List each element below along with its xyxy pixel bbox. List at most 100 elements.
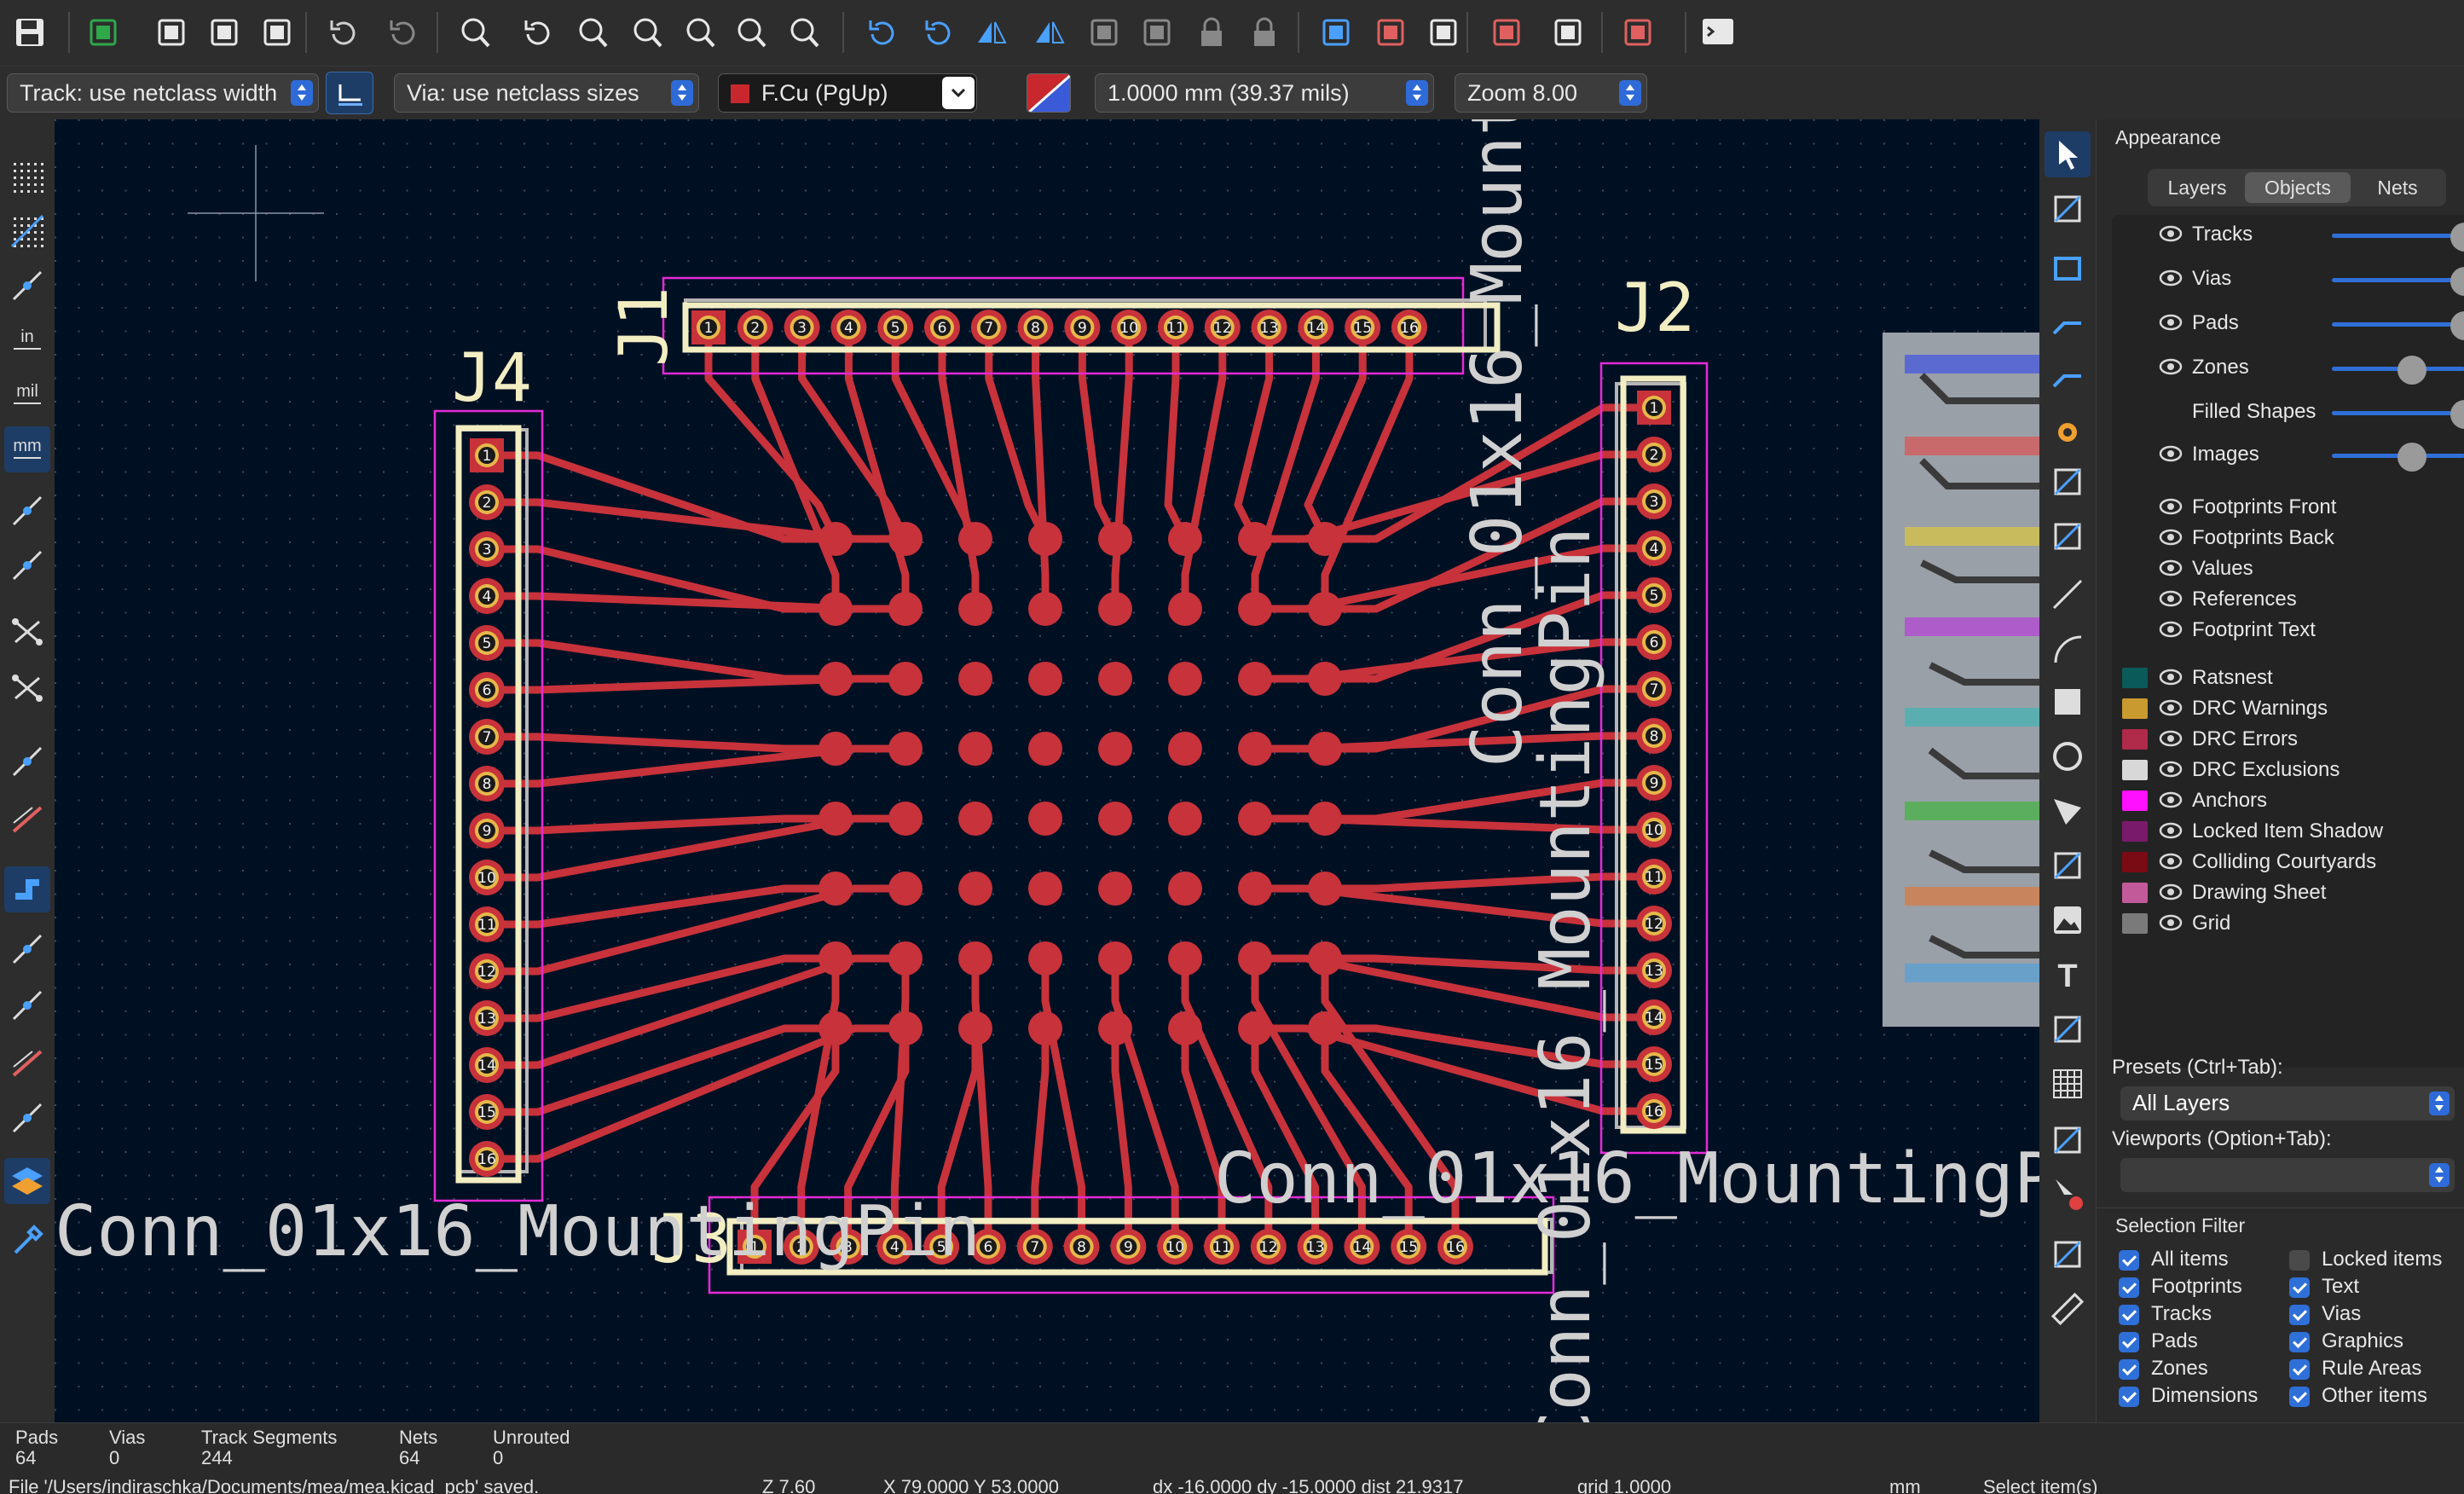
full-crosshair-icon[interactable] (4, 488, 50, 534)
opacity-slider-knob[interactable] (2450, 400, 2464, 429)
bga-pad[interactable] (818, 802, 853, 836)
bga-pad[interactable] (1028, 1011, 1062, 1045)
undo-icon[interactable] (322, 10, 365, 55)
bga-pad[interactable] (888, 1011, 923, 1045)
checkbox[interactable] (2289, 1332, 2310, 1352)
checkbox[interactable] (2119, 1359, 2139, 1380)
bga-pad[interactable] (1098, 872, 1132, 906)
refresh-icon[interactable] (517, 10, 559, 55)
bga-pad[interactable] (958, 872, 992, 906)
ratsnest-icon[interactable] (4, 609, 50, 655)
flip-vertical-icon[interactable] (1028, 10, 1071, 55)
bga-pad[interactable] (1168, 872, 1202, 906)
ref-j2[interactable]: J2 (1615, 270, 1695, 347)
bga-pad[interactable] (1308, 662, 1342, 696)
net-inspector-icon[interactable] (1617, 10, 1659, 55)
bga-pad[interactable] (1168, 941, 1202, 976)
bga-pad[interactable] (1238, 522, 1272, 556)
bga-pad[interactable] (1098, 662, 1132, 696)
tab-objects[interactable]: Objects (2245, 172, 2351, 203)
checkbox[interactable] (2119, 1332, 2139, 1352)
object-row[interactable]: Drawing Sheet (2112, 880, 2464, 906)
opacity-slider[interactable] (2332, 443, 2464, 472)
bga-pad[interactable] (1238, 662, 1272, 696)
checkbox[interactable] (2289, 1387, 2310, 1407)
bga-pad[interactable] (1238, 592, 1272, 626)
object-color-swatch[interactable] (2122, 729, 2148, 750)
via-display-icon[interactable] (4, 796, 50, 843)
bga-pad[interactable] (1098, 1011, 1132, 1045)
object-row[interactable]: DRC Exclusions (2112, 757, 2464, 783)
checkbox[interactable] (2289, 1277, 2310, 1298)
bga-pad[interactable] (1168, 522, 1202, 556)
object-row[interactable]: Images (2112, 442, 2464, 472)
opacity-slider[interactable] (2332, 267, 2464, 296)
eye-icon[interactable] (2159, 269, 2183, 287)
bga-pad[interactable] (888, 872, 923, 906)
object-row[interactable]: Zones (2112, 355, 2464, 385)
object-row[interactable]: References (2112, 587, 2464, 612)
draw-circle-icon[interactable] (2045, 733, 2091, 779)
eye-icon[interactable] (2159, 852, 2183, 871)
checkbox[interactable] (2119, 1387, 2139, 1407)
opacity-slider[interactable] (2332, 400, 2464, 429)
object-color-swatch[interactable] (2122, 913, 2148, 934)
draw-line-icon[interactable] (2045, 571, 2091, 617)
bga-pad[interactable] (818, 941, 853, 976)
bga-pad[interactable] (818, 592, 853, 626)
bga-pad[interactable] (1168, 592, 1202, 626)
millimeters-icon[interactable]: mm (4, 426, 50, 472)
object-row[interactable]: DRC Warnings (2112, 696, 2464, 721)
eye-icon[interactable] (2159, 559, 2183, 577)
bga-pad[interactable] (958, 662, 992, 696)
bga-pad[interactable] (1308, 732, 1342, 766)
save-icon[interactable] (9, 10, 51, 55)
bga-pad[interactable] (1308, 872, 1342, 906)
bga-pad[interactable] (1028, 802, 1062, 836)
pad-fill-icon[interactable] (4, 866, 50, 912)
inches-icon[interactable]: in (4, 317, 50, 363)
checkbox[interactable] (2289, 1359, 2310, 1380)
zoom-out-icon[interactable] (626, 10, 668, 55)
page-settings-icon[interactable] (150, 10, 193, 55)
object-row[interactable]: Tracks (2112, 222, 2464, 252)
add-via-icon[interactable] (2045, 409, 2091, 455)
tab-layers[interactable]: Layers (2151, 172, 2243, 203)
bga-pad[interactable] (1098, 522, 1132, 556)
bga-pad[interactable] (1028, 662, 1062, 696)
print-icon[interactable] (203, 10, 246, 55)
bga-pad[interactable] (818, 872, 853, 906)
rule-area-icon[interactable] (2045, 513, 2091, 559)
bga-pad[interactable] (1028, 592, 1062, 626)
opacity-slider[interactable] (2332, 356, 2464, 385)
curved-ratsnest-icon[interactable] (4, 665, 50, 711)
eye-icon[interactable] (2159, 790, 2183, 809)
bga-pad[interactable] (818, 732, 853, 766)
bga-pad[interactable] (958, 522, 992, 556)
checkbox[interactable] (2289, 1250, 2310, 1271)
bga-pad[interactable] (1238, 1011, 1272, 1045)
bga-pad[interactable] (1168, 802, 1202, 836)
track-width-lock-button[interactable] (326, 72, 373, 114)
bga-pad[interactable] (1238, 802, 1272, 836)
bga-pad[interactable] (1028, 941, 1062, 976)
eye-icon[interactable] (2159, 620, 2183, 639)
add-dimension-icon[interactable] (2045, 1117, 2091, 1163)
layers-manager-icon[interactable] (4, 1158, 50, 1204)
eye-icon[interactable] (2159, 357, 2183, 376)
presets-select[interactable]: All Layers (2120, 1086, 2455, 1120)
eye-icon[interactable] (2159, 589, 2183, 608)
eye-icon[interactable] (2159, 528, 2183, 547)
zoom-fit-icon[interactable] (679, 10, 721, 55)
object-row[interactable]: Values (2112, 556, 2464, 582)
object-color-swatch[interactable] (2122, 760, 2148, 780)
opacity-slider[interactable] (2332, 223, 2464, 252)
value-j3[interactable]: Conn_01x16_MountingPin (1525, 527, 1606, 1422)
mils-icon[interactable]: mil (4, 372, 50, 418)
eye-icon[interactable] (2159, 444, 2183, 463)
bga-pad[interactable] (1238, 872, 1272, 906)
redo-icon[interactable] (382, 10, 425, 55)
bga-pad[interactable] (888, 732, 923, 766)
bga-pad[interactable] (818, 522, 853, 556)
opacity-slider[interactable] (2332, 311, 2464, 340)
